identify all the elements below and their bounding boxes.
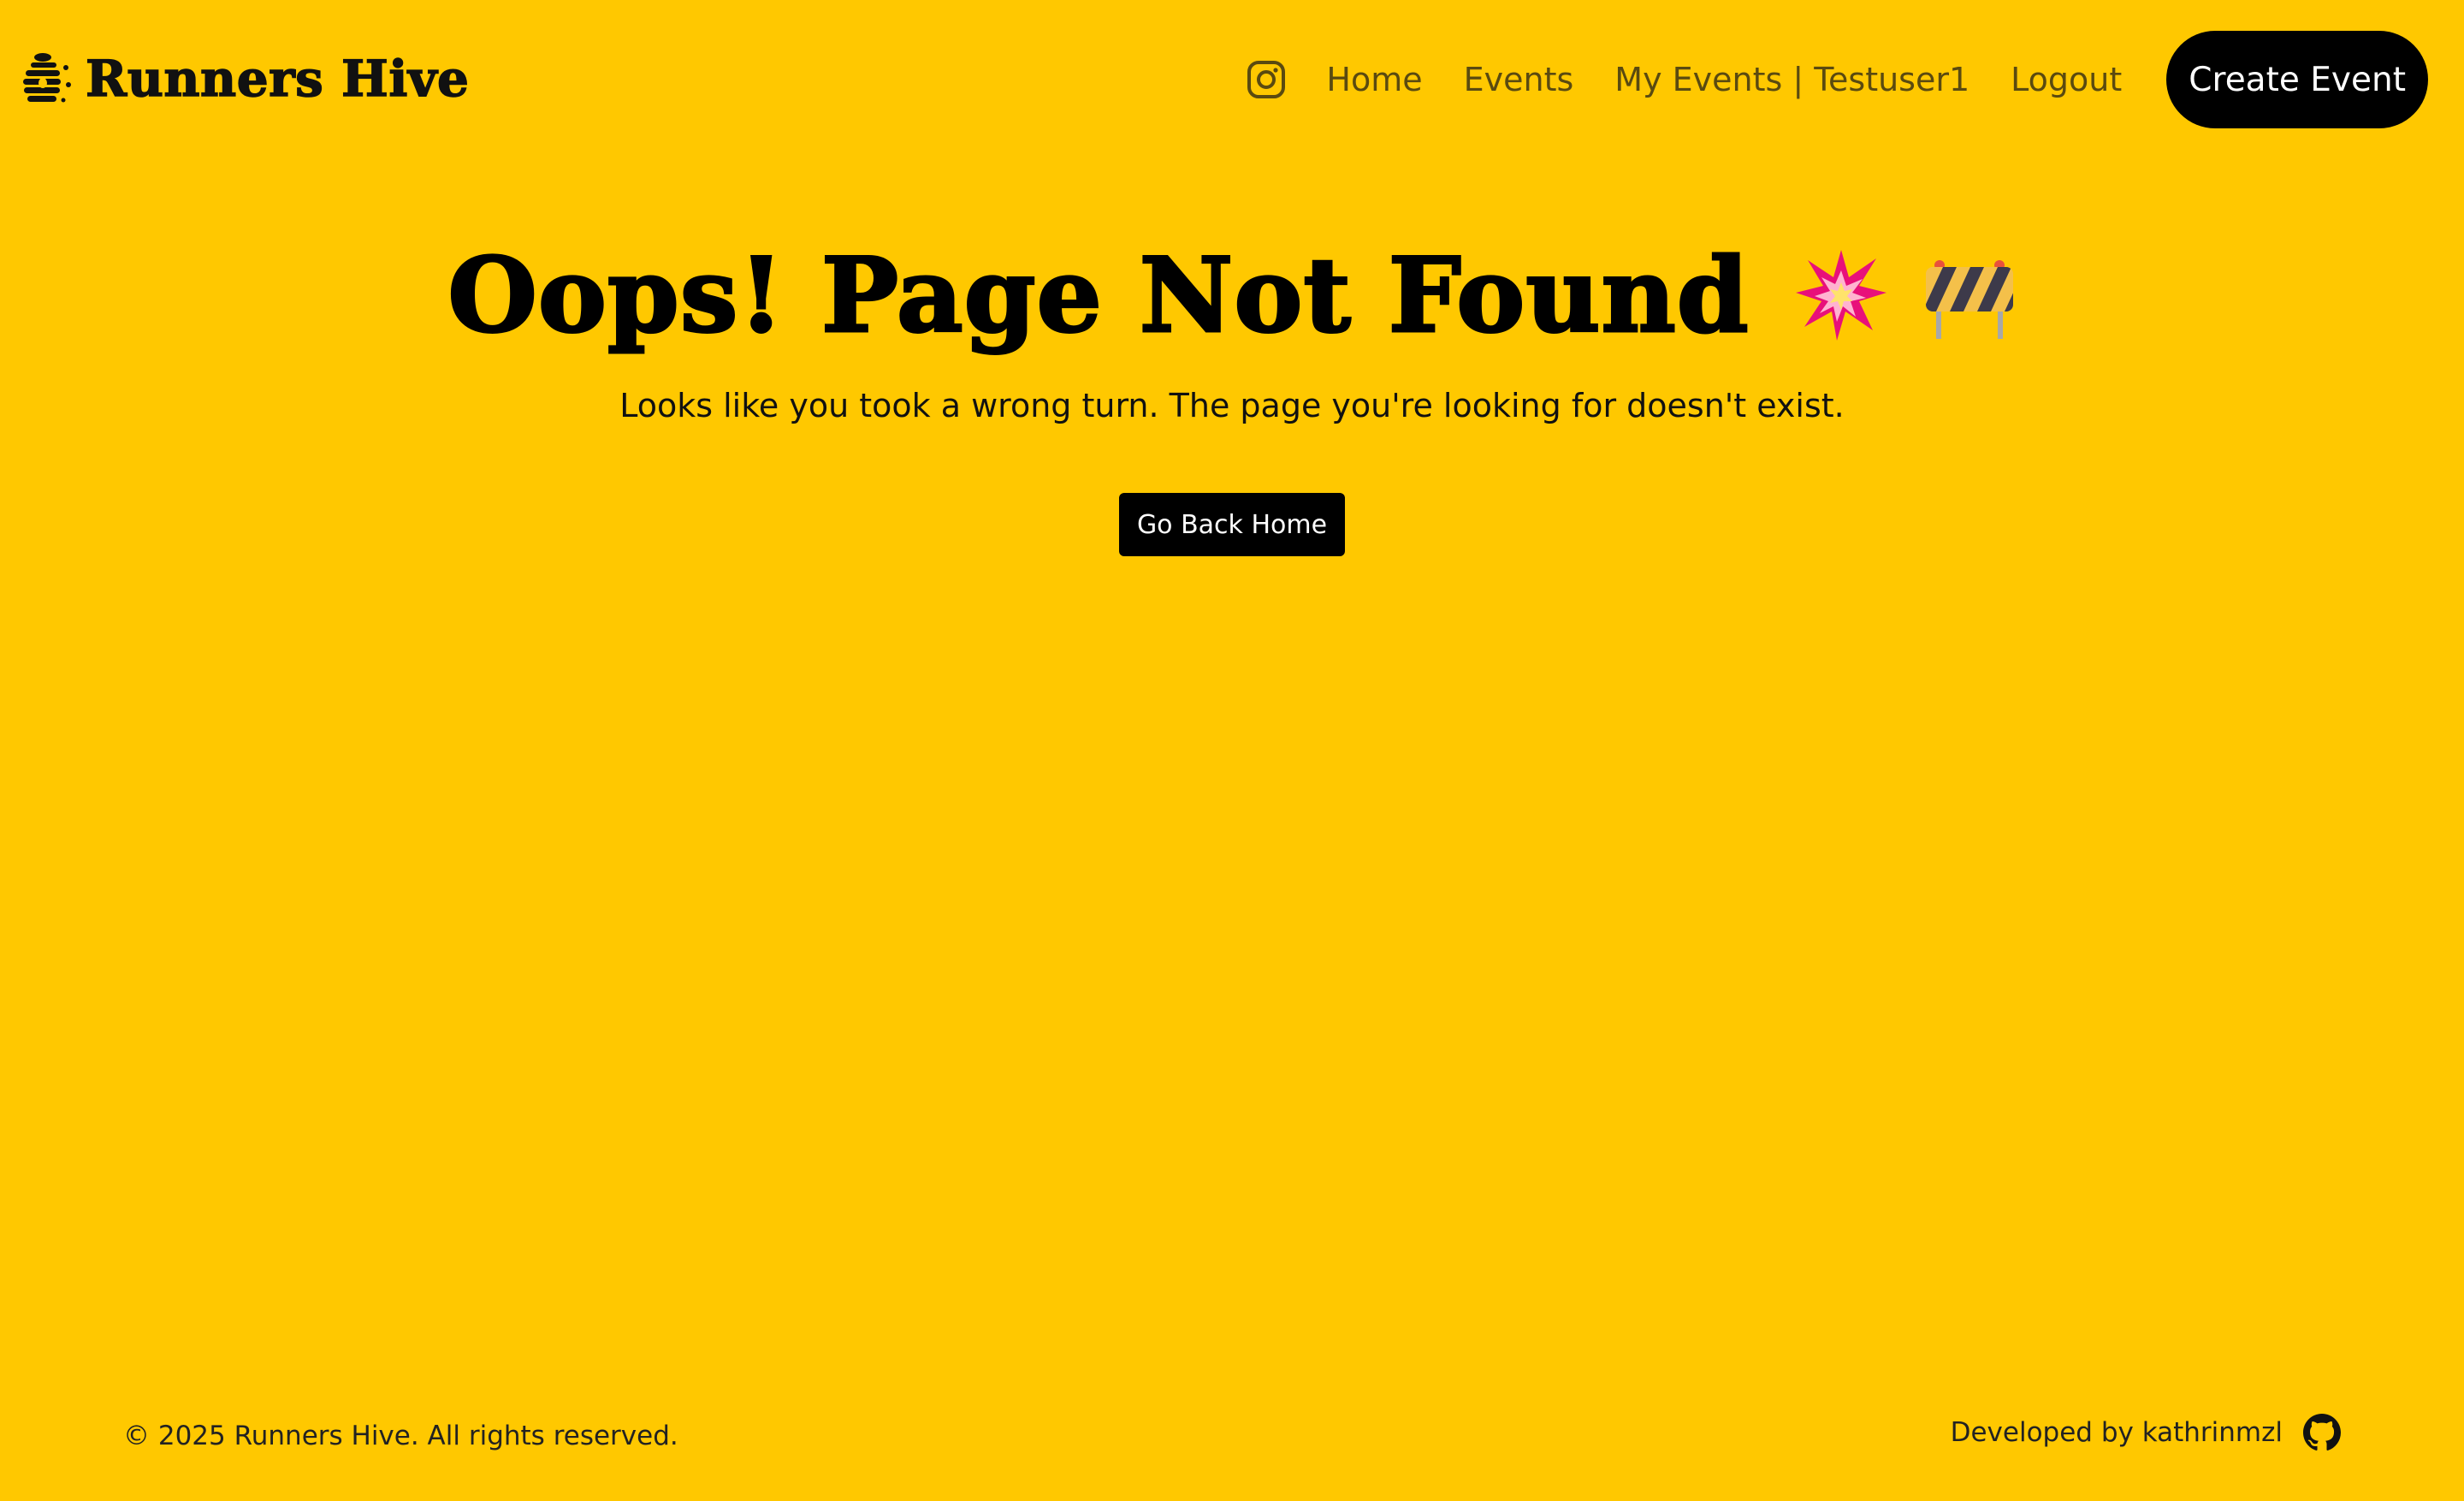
beehive-icon [23,53,71,103]
github-icon[interactable] [2303,1414,2341,1451]
go-back-home-button[interactable]: Go Back Home [1119,493,1345,556]
nav-logout[interactable]: Logout [2011,61,2122,98]
developer-credit: Developed by kathrinmzl [1951,1414,2341,1451]
emoji-row [1794,248,2017,342]
collision-icon [1795,250,1886,341]
main-nav: Home Events My Events | Testuser1 Logout… [1244,31,2428,128]
create-event-button[interactable]: Create Event [2166,31,2428,128]
construction-icon [1925,260,2013,339]
page-title: Oops! Page Not Found [447,234,1750,357]
error-message: Looks like you took a wrong turn. The pa… [619,387,1845,424]
site-header: Runners Hive Home Events My Events | Tes… [0,0,2464,157]
nav-my-events[interactable]: My Events | Testuser1 [1614,61,1969,98]
brand-name: Runners Hive [85,49,470,109]
developed-by-text[interactable]: Developed by kathrinmzl [1951,1417,2283,1448]
nav-events[interactable]: Events [1464,61,1574,98]
not-found-content: Oops! Page Not Found Looks like you took… [0,214,2464,556]
nav-home[interactable]: Home [1326,61,1422,98]
instagram-icon[interactable] [1244,57,1288,102]
title-row: Oops! Page Not Found [0,214,2464,377]
copyright-text: © 2025 Runners Hive. All rights reserved… [123,1421,678,1451]
brand-link[interactable]: Runners Hive [19,44,470,113]
